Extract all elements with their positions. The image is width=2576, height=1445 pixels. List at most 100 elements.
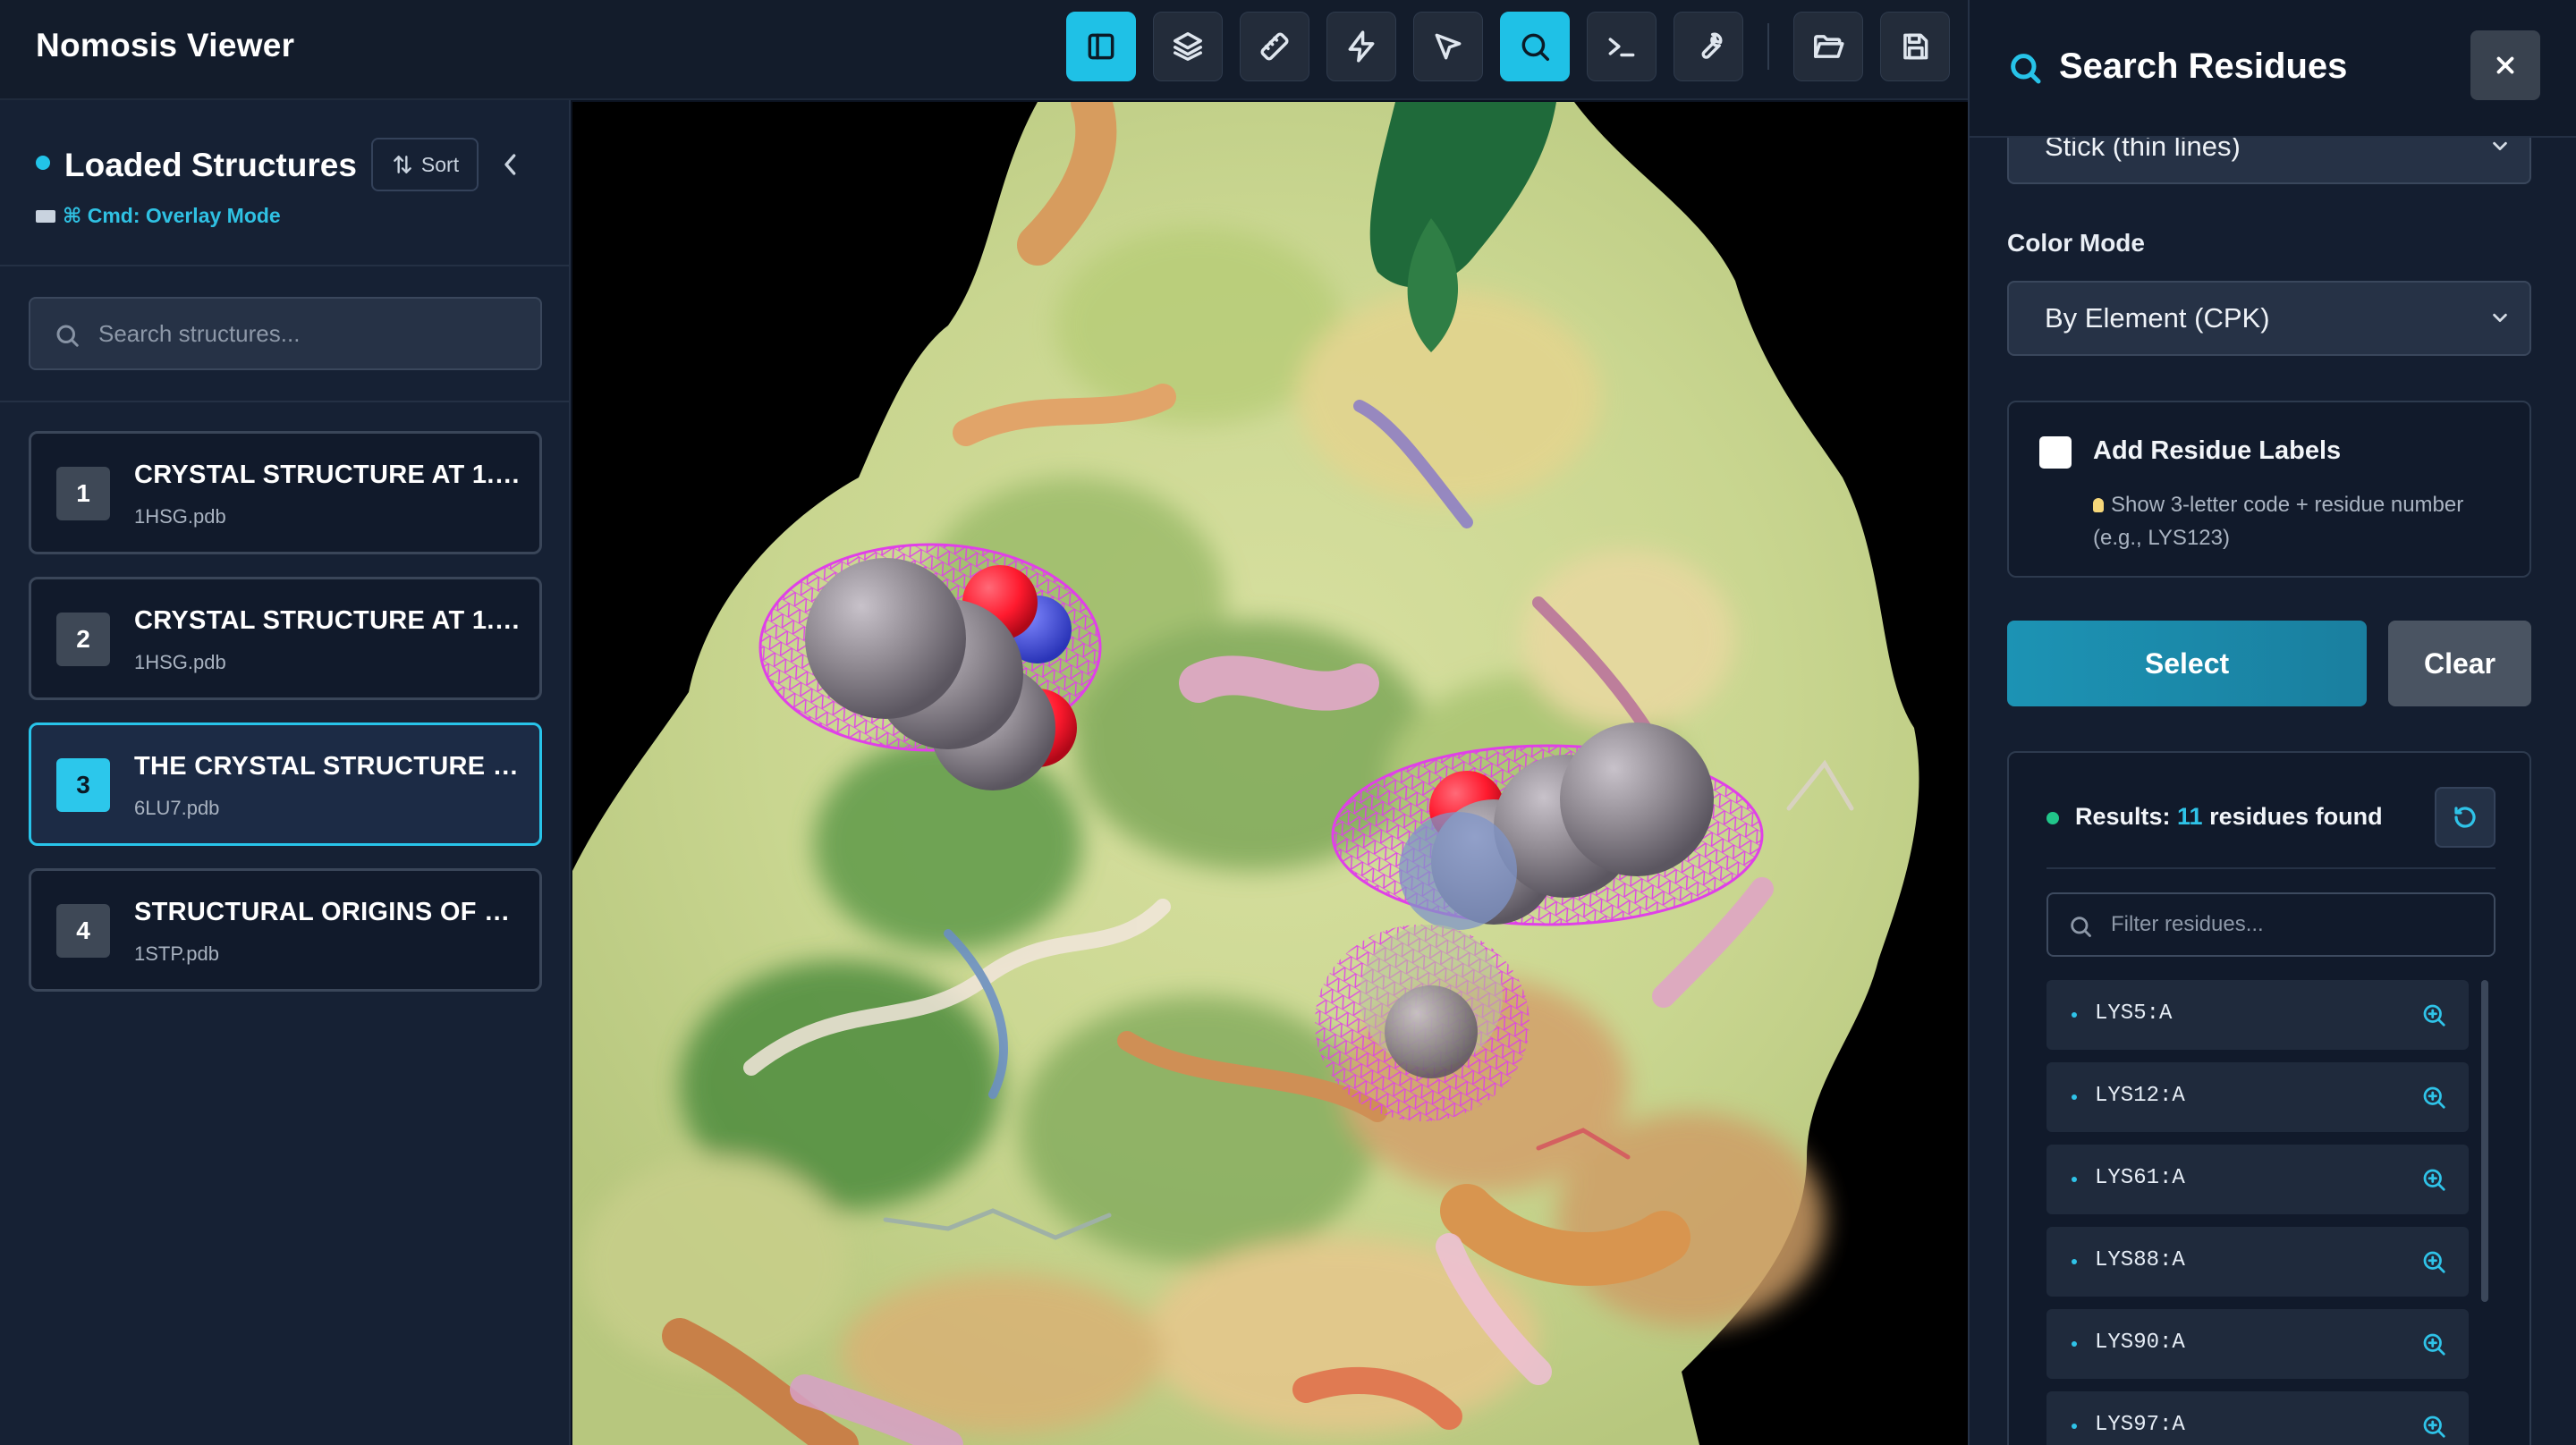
protein-surface-render: [572, 102, 1968, 1445]
structure-name: THE CRYSTAL STRUCTURE O...: [134, 752, 528, 781]
structure-number: 4: [56, 904, 110, 958]
structure-search-input[interactable]: [98, 299, 528, 368]
toolbar: [1066, 12, 1950, 81]
zoom-to-residue-button[interactable]: [2420, 1001, 2447, 1028]
zoom-in-icon: [2423, 1251, 2445, 1273]
results-suffix: residues found: [2202, 803, 2383, 830]
effects-button[interactable]: [1326, 12, 1396, 81]
residue-list-item[interactable]: LYS97:A: [2046, 1391, 2469, 1445]
structure-number: 3: [56, 758, 110, 812]
toolbar-separator: [1767, 23, 1769, 70]
color-mode-value: By Element (CPK): [2045, 302, 2270, 334]
results-card: Results: 11 residues found LYS5:A LYS12:…: [2007, 751, 2531, 1445]
residue-list-item[interactable]: LYS61:A: [2046, 1145, 2469, 1214]
bullet: [2072, 1177, 2077, 1182]
structure-name: STRUCTURAL ORIGINS OF HI...: [134, 898, 528, 926]
clear-button[interactable]: Clear: [2388, 621, 2531, 706]
residue-filter: [2046, 892, 2496, 957]
zoom-in-icon: [2423, 1333, 2445, 1356]
structure-number: 2: [56, 613, 110, 666]
structure-card[interactable]: 2 CRYSTAL STRUCTURE AT 1.9 ... 1HSG.pdb: [29, 577, 542, 700]
select-tool-button[interactable]: [1413, 12, 1483, 81]
molecule-viewport[interactable]: [572, 102, 1968, 1445]
refresh-icon: [2454, 807, 2476, 828]
results-summary: Results: 11 residues found: [2075, 803, 2383, 831]
toggle-sidebar-button[interactable]: [1066, 12, 1136, 81]
open-file-button[interactable]: [1793, 12, 1863, 81]
overlay-hint: ⌘ Cmd: Overlay Mode: [36, 204, 281, 228]
select-button[interactable]: Select: [2007, 621, 2367, 706]
zoom-in-icon: [2423, 1415, 2445, 1438]
results-status-dot: [2046, 812, 2059, 824]
folder-open-icon: [1814, 35, 1844, 58]
wrench-icon: [1701, 32, 1723, 59]
terminal-icon: [1608, 38, 1635, 57]
residue-label: LYS90:A: [2095, 1331, 2185, 1355]
structure-file: 6LU7.pdb: [134, 797, 220, 819]
zoom-in-icon: [2423, 1169, 2445, 1191]
residue-labels-title: Add Residue Labels: [2093, 436, 2342, 465]
sort-button[interactable]: Sort: [371, 138, 479, 191]
bullet: [2072, 1094, 2077, 1100]
color-mode-select[interactable]: By Element (CPK): [2007, 281, 2531, 356]
bullet: [2072, 1259, 2077, 1264]
zoom-to-residue-button[interactable]: [2420, 1084, 2447, 1111]
sidebar-title: Loaded Structures: [64, 147, 357, 183]
zoom-to-residue-button[interactable]: [2420, 1248, 2447, 1275]
app-title: Nomosis Viewer: [36, 27, 295, 63]
residue-list-item[interactable]: LYS5:A: [2046, 980, 2469, 1050]
close-icon: [2496, 56, 2514, 74]
zoom-to-residue-button[interactable]: [2420, 1413, 2447, 1440]
search-icon: [1521, 33, 1549, 61]
structure-name: CRYSTAL STRUCTURE AT 1.9 ...: [134, 606, 528, 635]
results-divider: [2046, 867, 2496, 869]
layers-button[interactable]: [1153, 12, 1223, 81]
structure-file: 1STP.pdb: [134, 942, 220, 965]
bullet: [2072, 1341, 2077, 1347]
collapse-sidebar-button[interactable]: [497, 147, 524, 182]
bullet: [2072, 1012, 2077, 1018]
sort-label: Sort: [420, 152, 460, 176]
results-scrollbar[interactable]: [2481, 980, 2488, 1302]
chevron-down-icon: [2493, 313, 2507, 323]
tools-button[interactable]: [1674, 12, 1743, 81]
residue-list-item[interactable]: LYS12:A: [2046, 1062, 2469, 1132]
status-dot: [36, 156, 50, 170]
zoom-to-residue-button[interactable]: [2420, 1166, 2447, 1193]
residue-labels-checkbox[interactable]: [2039, 436, 2072, 469]
structure-name: CRYSTAL STRUCTURE AT 1.9 ...: [134, 461, 528, 489]
keyboard-icon: [36, 209, 55, 223]
lightning-icon: [1348, 30, 1375, 63]
top-bar: Nomosis Viewer: [0, 0, 1968, 100]
search-residues-button[interactable]: [1500, 12, 1570, 81]
structure-search-section: [0, 266, 569, 402]
structure-card[interactable]: 3 THE CRYSTAL STRUCTURE O... 6LU7.pdb: [29, 722, 542, 846]
residue-filter-input[interactable]: [2111, 894, 2487, 955]
measure-button[interactable]: [1240, 12, 1309, 81]
structure-card[interactable]: 1 CRYSTAL STRUCTURE AT 1.9 ... 1HSG.pdb: [29, 431, 542, 554]
structure-card[interactable]: 4 STRUCTURAL ORIGINS OF HI... 1STP.pdb: [29, 868, 542, 992]
zoom-to-residue-button[interactable]: [2420, 1331, 2447, 1357]
search-icon: [56, 325, 79, 347]
residue-label: LYS12:A: [2095, 1084, 2185, 1108]
residue-list-item[interactable]: LYS90:A: [2046, 1309, 2469, 1379]
color-mode-label: Color Mode: [2007, 229, 2145, 257]
structure-search: [29, 297, 542, 370]
residue-list-item[interactable]: LYS88:A: [2046, 1227, 2469, 1297]
residue-labels-hint-text: Show 3-letter code + residue number (e.g…: [2093, 493, 2464, 550]
structure-file: 1HSG.pdb: [134, 651, 226, 673]
structure-list: 1 CRYSTAL STRUCTURE AT 1.9 ... 1HSG.pdb …: [29, 431, 542, 1014]
search-residues-panel: Stick (thin lines) Search Residues Color…: [1968, 0, 2576, 1445]
close-panel-button[interactable]: [2470, 30, 2540, 100]
residue-label: LYS88:A: [2095, 1248, 2185, 1272]
panel-header: Search Residues: [1970, 0, 2576, 138]
refresh-results-button[interactable]: [2435, 787, 2496, 848]
bullet: [2072, 1424, 2077, 1429]
residue-label: LYS5:A: [2095, 1001, 2173, 1026]
save-button[interactable]: [1880, 12, 1950, 81]
structures-sidebar: Loaded Structures Sort ⌘ Cmd: Overlay Mo…: [0, 100, 571, 1445]
results-count: 11: [2177, 803, 2203, 830]
residue-label: LYS61:A: [2095, 1166, 2185, 1190]
console-button[interactable]: [1587, 12, 1657, 81]
chevron-left-icon: [504, 154, 516, 175]
